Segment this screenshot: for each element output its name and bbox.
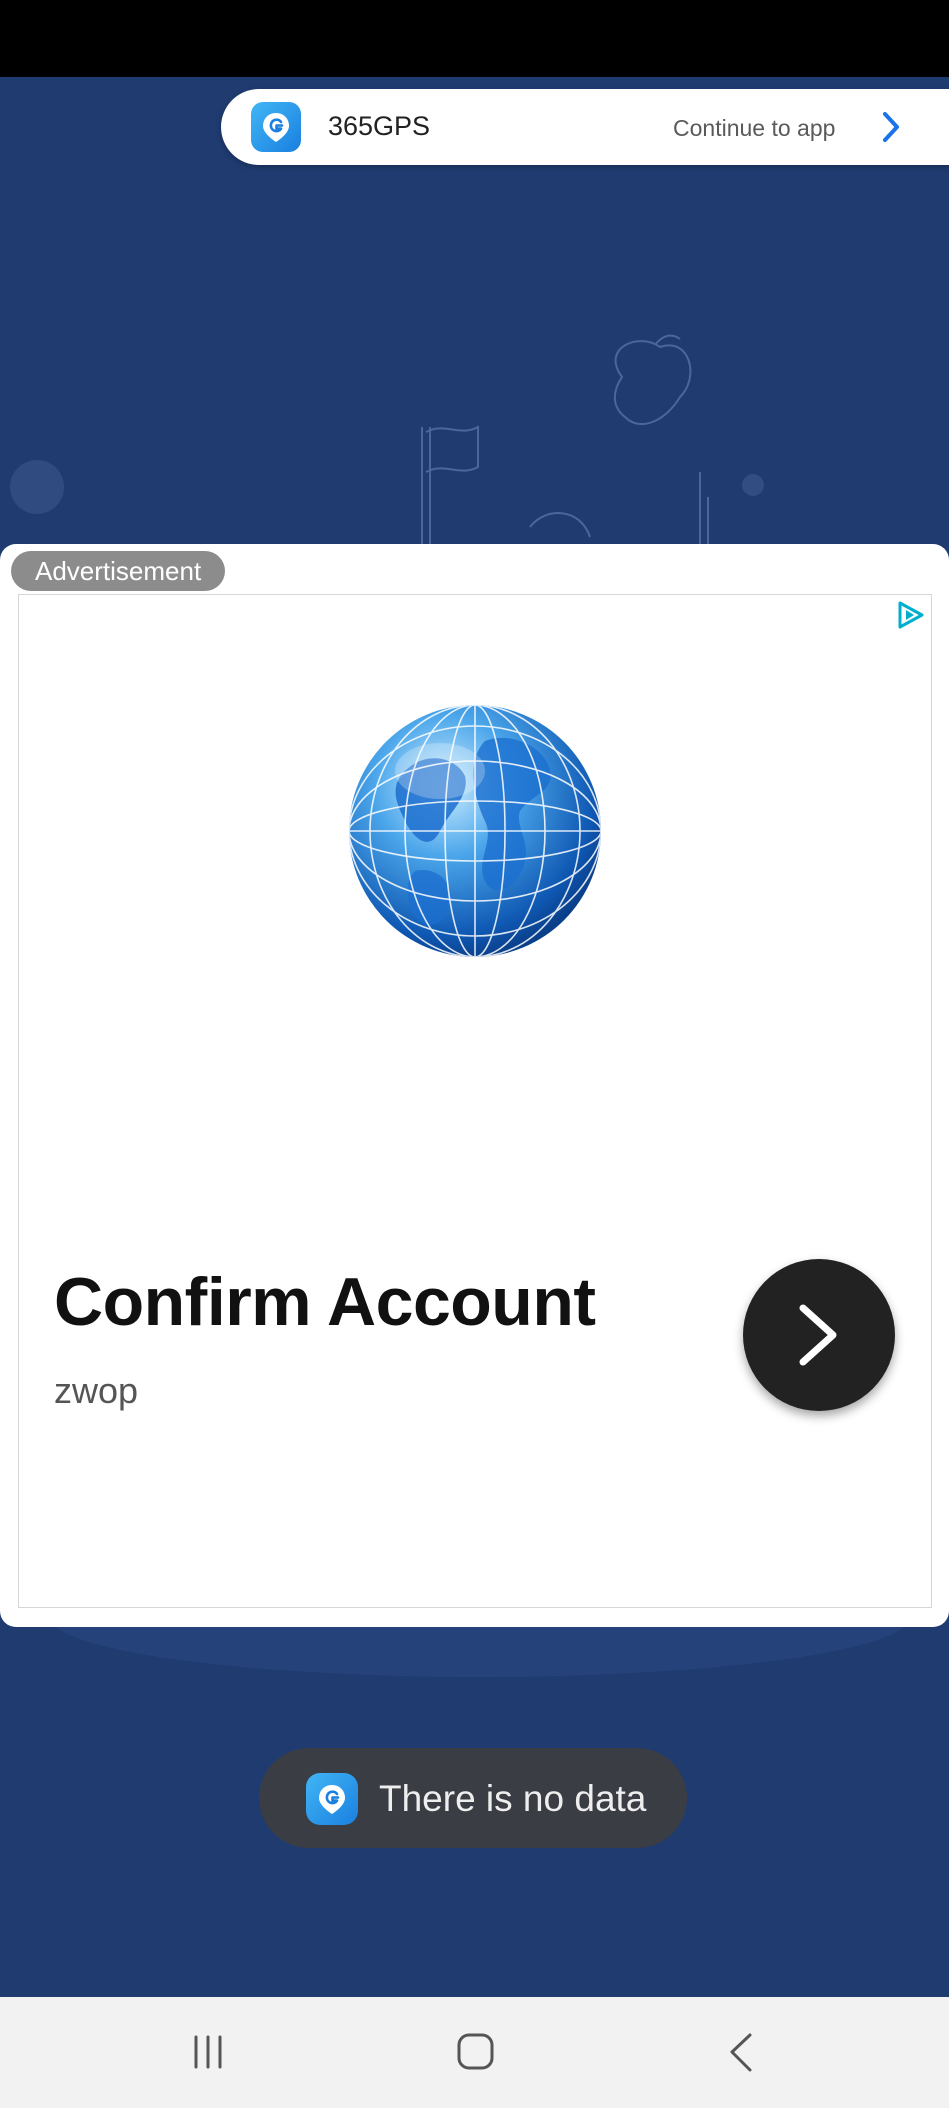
chevron-right-icon[interactable] <box>881 111 901 143</box>
home-icon <box>457 2033 494 2070</box>
globe-image <box>349 705 601 957</box>
adchoices-icon[interactable] <box>895 600 925 630</box>
continue-to-app-banner[interactable]: 365GPS Continue to app <box>221 89 949 165</box>
location-g-icon <box>306 1773 358 1825</box>
system-navigation-bar <box>0 1997 949 2108</box>
home-button[interactable] <box>415 1997 535 2108</box>
status-bar <box>0 0 949 77</box>
app-name: 365GPS <box>328 111 431 141</box>
toast-message: There is no data <box>259 1748 687 1848</box>
chevron-right-icon <box>799 1304 837 1366</box>
location-g-icon <box>251 102 301 152</box>
recents-button[interactable] <box>150 1997 270 2108</box>
recents-icon <box>194 2035 222 2069</box>
ad-cta-button[interactable] <box>743 1259 895 1411</box>
back-icon <box>730 2033 752 2072</box>
back-button[interactable] <box>680 1997 800 2108</box>
continue-to-app-label[interactable]: Continue to app <box>673 115 835 142</box>
ad-advertiser[interactable]: zwop <box>54 1370 138 1412</box>
advertisement-badge: Advertisement <box>11 551 226 591</box>
toast-text: There is no data <box>379 1778 647 1819</box>
ad-headline[interactable]: Confirm Account <box>54 1263 596 1341</box>
